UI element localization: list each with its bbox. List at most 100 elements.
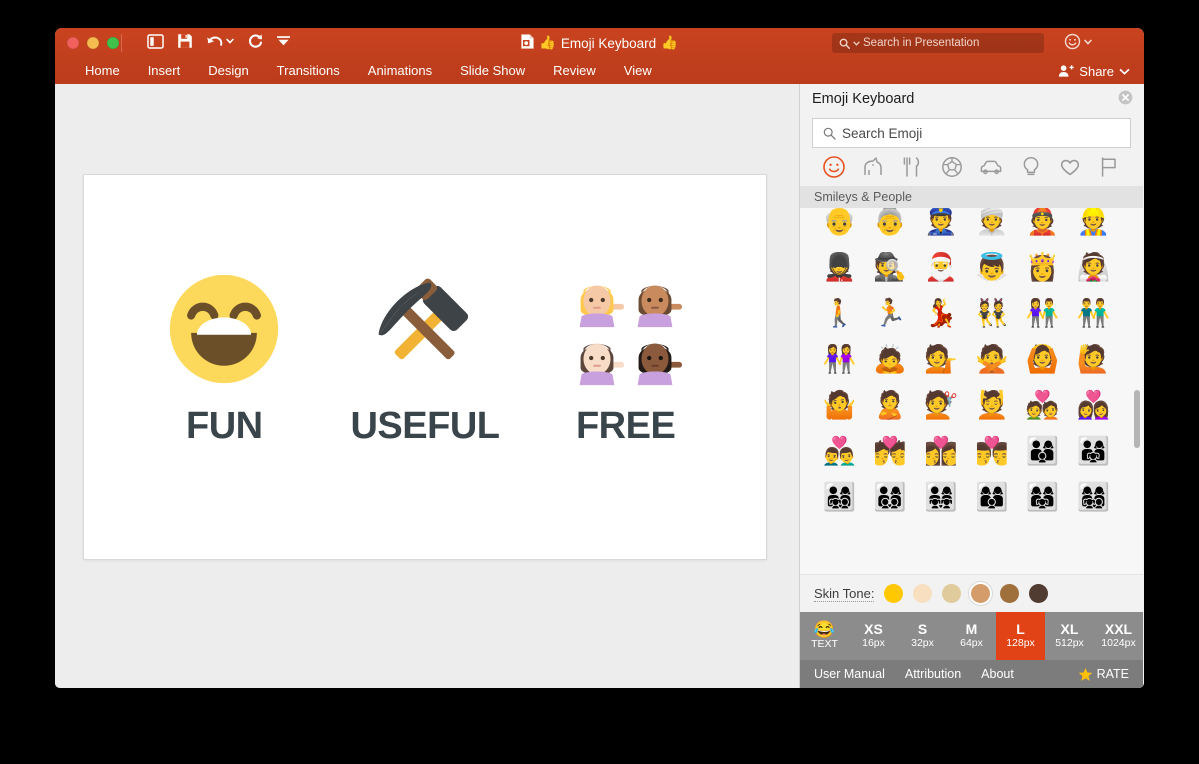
heart-icon[interactable] [1057,154,1083,180]
emoji-cell[interactable]: 👲 [1017,208,1068,244]
slide-canvas[interactable]: FUN USEFUL FREE [83,174,767,560]
emoji-cell[interactable]: 👩‍❤️‍💋‍👩 [916,428,967,474]
emoji-cell[interactable]: 👵 [865,208,916,244]
user-manual-link[interactable]: User Manual [814,667,885,681]
customize-toolbar-icon[interactable] [276,35,291,47]
emoji-cell[interactable]: 👬 [1068,290,1119,336]
emoji-cell[interactable]: 💂 [814,244,865,290]
information-desk-person-light-brown-icon [579,343,624,385]
scrollbar-thumb[interactable] [1134,390,1140,448]
close-icon[interactable] [1118,90,1133,110]
emoji-cell[interactable]: 👩‍❤️‍👩 [1068,382,1119,428]
emoji-glyph: 👫 [1025,297,1060,328]
emoji-cell[interactable]: 👼 [966,244,1017,290]
emoji-cell[interactable]: 💃 [916,290,967,336]
emoji-cell[interactable]: 👩‍👩‍👧‍👦 [1068,474,1119,520]
emoji-size-option[interactable]: XS 16px [849,612,898,660]
emoji-size-option[interactable]: XXL 1024px [1094,612,1143,660]
search-in-presentation-input[interactable]: Search in Presentation [832,33,1044,53]
emoji-size-option[interactable]: S 32px [898,612,947,660]
emoji-cell[interactable]: 👨‍👩‍👧‍👧 [916,474,967,520]
emoji-cell[interactable]: 💁 [916,336,967,382]
emoji-cell[interactable]: 🕵 [865,244,916,290]
emoji-size-option[interactable]: 😂 TEXT [800,612,849,660]
emoji-cell[interactable]: 💇 [916,382,967,428]
skin-tone-swatch[interactable] [1029,584,1049,603]
save-icon[interactable] [177,33,193,49]
share-button[interactable]: Share [1058,58,1130,84]
emoji-cell[interactable]: 💆 [966,382,1017,428]
attribution-link[interactable]: Attribution [905,667,961,681]
emoji-cell[interactable]: 🎅 [916,244,967,290]
tab-review[interactable]: Review [539,58,610,84]
car-icon[interactable] [978,154,1004,180]
undo-icon[interactable] [206,34,234,49]
emoji-cell[interactable]: 👨‍👩‍👧‍👦 [814,474,865,520]
tab-insert[interactable]: Insert [134,58,195,84]
emoji-size-option[interactable]: XL 512px [1045,612,1094,660]
emoji-size-option[interactable]: L 128px [996,612,1045,660]
tab-animations[interactable]: Animations [354,58,446,84]
emoji-cell[interactable]: 👩‍👩‍👧 [1017,474,1068,520]
fork-knife-icon[interactable] [899,154,925,180]
emoji-cell[interactable]: 👰 [1068,244,1119,290]
dog-icon[interactable] [860,154,886,180]
slide-column-fun: FUN [124,271,324,448]
emoji-cell[interactable]: 🙆 [1017,336,1068,382]
search-emoji-input[interactable]: Search Emoji [812,118,1131,148]
close-window-button[interactable] [67,37,79,49]
emoji-cell[interactable]: 👴 [814,208,865,244]
emoji-cell[interactable]: 👨‍❤️‍👨 [814,428,865,474]
emoji-cell[interactable]: 🏃 [865,290,916,336]
about-link[interactable]: About [981,667,1014,681]
emoji-cell[interactable]: 💏 [865,428,916,474]
emoji-cell[interactable]: 🙅 [966,336,1017,382]
soccer-ball-icon[interactable] [939,154,965,180]
panel-header: Emoji Keyboard [800,84,1143,114]
emoji-cell[interactable]: 👨‍👩‍👧 [1068,428,1119,474]
smiley-menu-icon[interactable] [1064,33,1092,50]
tab-home[interactable]: Home [71,58,134,84]
emoji-cell[interactable]: 🤷 [814,382,865,428]
zoom-window-button[interactable] [107,37,119,49]
sidebar-toggle-icon[interactable] [147,33,164,49]
emoji-cell[interactable]: 👨‍❤️‍💋‍👨 [966,428,1017,474]
skin-tone-swatch[interactable] [913,584,933,603]
emoji-cell[interactable]: 🙋 [1068,336,1119,382]
tab-slide-show[interactable]: Slide Show [446,58,539,84]
rate-button[interactable]: RATE [1078,667,1129,682]
redo-icon[interactable] [247,33,263,49]
emoji-cell[interactable]: 🚶 [814,290,865,336]
emoji-cell[interactable]: 👭 [814,336,865,382]
emoji-cell[interactable]: 👸 [1017,244,1068,290]
minimize-window-button[interactable] [87,37,99,49]
powerpoint-document-icon [521,34,534,52]
smiley-icon[interactable] [821,154,847,180]
emoji-grid-scrollbar[interactable] [1132,210,1141,572]
size-option-value: TEXT [811,638,838,651]
skin-tone-swatch[interactable] [971,584,991,603]
skin-tone-swatch[interactable] [1000,584,1020,603]
emoji-cell[interactable]: 👨‍👩‍👦 [1017,428,1068,474]
emoji-cell[interactable]: 👳 [966,208,1017,244]
emoji-cell[interactable]: 👮 [916,208,967,244]
size-option-name: M [965,621,978,638]
emoji-cell[interactable]: 👯 [966,290,1017,336]
emoji-cell[interactable]: 👷 [1068,208,1119,244]
emoji-glyph: 👨‍👩‍👧 [1076,435,1111,466]
emoji-cell[interactable]: 🙇 [865,336,916,382]
emoji-size-option[interactable]: M 64px [947,612,996,660]
emoji-glyph: 🙎 [873,389,908,420]
emoji-cell[interactable]: 👩‍👩‍👦 [966,474,1017,520]
skin-tone-swatch[interactable] [884,584,904,603]
tab-transitions[interactable]: Transitions [263,58,354,84]
lightbulb-icon[interactable] [1018,154,1044,180]
flag-icon[interactable] [1096,154,1122,180]
tab-view[interactable]: View [610,58,666,84]
emoji-cell[interactable]: 👫 [1017,290,1068,336]
emoji-cell[interactable]: 🙎 [865,382,916,428]
skin-tone-swatch[interactable] [942,584,962,603]
emoji-cell[interactable]: 💑 [1017,382,1068,428]
tab-design[interactable]: Design [194,58,262,84]
emoji-cell[interactable]: 👨‍👩‍👦‍👦 [865,474,916,520]
